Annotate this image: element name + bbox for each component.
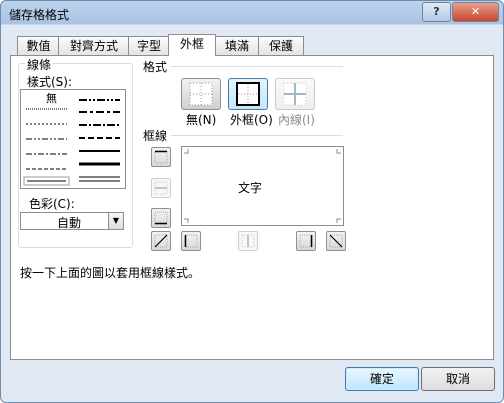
format-cells-dialog: 儲存格格式 ? ✕ 數值 對齊方式 字型 外框 填滿 保護 線條 樣式(S): … [0, 0, 504, 403]
chevron-down-icon[interactable]: ▼ [108, 213, 123, 229]
line-style-list[interactable]: 無 [20, 89, 126, 189]
preset-none-button[interactable] [181, 78, 221, 110]
tab-font[interactable]: 字型 [128, 36, 170, 55]
ok-button[interactable]: 確定 [345, 367, 419, 391]
line-style-samples[interactable] [21, 90, 125, 188]
preset-inside-label: 內線(I) [278, 113, 315, 127]
border-diagonal-down-button[interactable] [326, 231, 346, 251]
preset-none-icon [189, 82, 213, 106]
preview-corner-marks [184, 149, 341, 223]
tab-alignment[interactable]: 對齊方式 [58, 36, 130, 55]
border-left-button[interactable] [181, 231, 201, 251]
close-button[interactable]: ✕ [452, 2, 499, 22]
border-top-button[interactable] [151, 147, 171, 167]
preset-none-label: 無(N) [186, 113, 217, 127]
tab-border[interactable]: 外框 [168, 34, 216, 56]
border-inside-vertical-button[interactable] [238, 231, 258, 251]
presets-divider [171, 66, 343, 67]
border-title: 框線 [143, 129, 168, 143]
tab-number[interactable]: 數值 [17, 36, 60, 55]
border-diagonal-up-button[interactable] [151, 231, 171, 251]
border-right-icon [299, 234, 313, 248]
preset-inside-icon [283, 82, 307, 106]
line-group-title: 線條 [25, 56, 54, 73]
color-value: 自動 [57, 216, 82, 230]
hint-text: 按一下上面的圖以套用框線樣式。 [20, 266, 201, 280]
border-top-icon [154, 150, 168, 164]
color-select[interactable]: 自動 ▼ [20, 212, 124, 230]
border-inside-horizontal-icon [154, 181, 168, 195]
color-label: 色彩(C): [29, 197, 75, 211]
border-left-icon [184, 234, 198, 248]
preset-outline-icon [236, 82, 260, 106]
dialog-title: 儲存格格式 [9, 8, 70, 22]
border-bottom-button[interactable] [151, 208, 171, 228]
style-label: 樣式(S): [27, 75, 73, 89]
border-diagonal-up-icon [154, 234, 168, 248]
border-inside-horizontal-button[interactable] [151, 178, 171, 198]
cancel-button[interactable]: 取消 [421, 367, 495, 391]
border-right-button[interactable] [296, 231, 316, 251]
preview-text: 文字 [238, 181, 263, 195]
border-diagonal-down-icon [329, 234, 343, 248]
preset-outline-label: 外框(O) [230, 113, 273, 127]
tab-protection[interactable]: 保護 [258, 36, 304, 55]
preset-outline-button[interactable] [228, 78, 268, 110]
title-bar: 儲存格格式 ? ✕ [1, 1, 503, 25]
border-inside-vertical-icon [241, 234, 255, 248]
preset-inside-button[interactable] [275, 78, 315, 110]
border-preview[interactable]: 文字 [181, 146, 344, 226]
help-button[interactable]: ? [422, 2, 451, 22]
border-bottom-icon [154, 211, 168, 225]
tab-fill[interactable]: 填滿 [214, 36, 260, 55]
presets-title: 格式 [143, 60, 168, 74]
border-divider [171, 135, 343, 136]
